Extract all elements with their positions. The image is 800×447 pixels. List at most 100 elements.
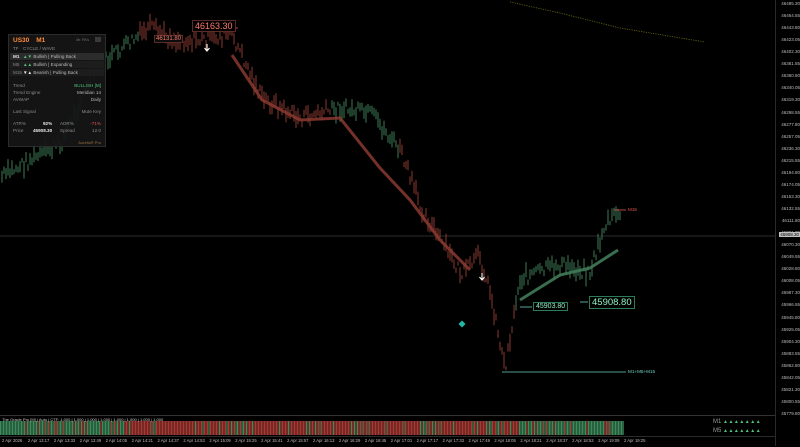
price-axis-label: 46360.80 (781, 73, 800, 79)
price-axis-label: 46340.05 (781, 85, 800, 91)
price-axis-label: 46485.30 (781, 1, 800, 6)
m1-arrows-icon: ▲▼ (23, 54, 33, 59)
price-axis-label: 45821.30 (781, 386, 800, 392)
oscillator-title: The Oracle Pro [M] | Auto | CTF: 1.000 |… (2, 417, 164, 422)
avwap-row: AVWAP Daily (13, 97, 101, 102)
oscillator-bars (0, 421, 624, 435)
trend-row: Trend BULLISH [M] (13, 83, 101, 88)
low-price-label-b: 45908.80 (589, 296, 635, 309)
price-axis-label: 46236.30 (781, 145, 800, 151)
price-axis-label: 46298.55 (781, 109, 800, 115)
time-axis-label: 2 Apr 17:33 (442, 438, 464, 443)
price-axis-label: 45862.80 (781, 362, 800, 368)
price-axis-label: 46215.55 (781, 157, 800, 163)
time-axis-label: 2 Apr 13:49 (79, 438, 102, 443)
price-axis-label: 46049.55 (781, 254, 800, 260)
sub-tf-row-m5: M5 ▲▲▲▲▲▲▲ (713, 428, 762, 434)
price-axis-label: 46132.55 (781, 206, 800, 211)
time-axis-label: 2 Apr 14:21 (131, 438, 153, 443)
m15-level-tag: M15 (628, 207, 637, 212)
m15-arrows-icon: ▼▲ (23, 70, 33, 75)
time-axis-label: 2 Apr 18:37 (546, 438, 568, 443)
price-axis-label: 45883.55 (781, 350, 800, 356)
time-axis-label: 2 Apr 15:57 (287, 438, 309, 443)
signal-row: Last Signal Mute Key (13, 109, 101, 114)
panel-footer: Aurelia® Pro (78, 140, 101, 145)
time-axis-label: 2 Apr 16:13 (313, 438, 335, 443)
price-axis-label: 46194.80 (781, 169, 800, 175)
price-axis-label: 46174.05 (781, 181, 800, 187)
price-axis-label: 45966.55 (781, 302, 800, 308)
col-tf-header: TF (13, 46, 19, 51)
dotted-trend-line (509, 1, 706, 43)
panel-collapse-button[interactable] (95, 37, 101, 42)
price-axis-label: 45842.05 (781, 374, 800, 380)
tf-row-m5: M5 ▲▲ Bullish | Expanding (13, 62, 73, 67)
time-axis-label: 2 Apr 19:25 (624, 438, 646, 443)
price-axis-label: 46423.05 (781, 37, 800, 43)
time-axis-label: 2 Apr 15:09 (209, 438, 231, 443)
price-axis-label: 45925.05 (781, 326, 800, 332)
price-axis-label: 45945.80 (781, 314, 800, 320)
time-axis[interactable]: 2 Apr 2026 2 Apr 13:17 2 Apr 13:33 2 Apr 13… (0, 436, 775, 447)
high-price-label: 46163.30 (192, 20, 236, 32)
time-axis-label: 2 Apr 19:09 (598, 438, 620, 443)
low-price-label-a: 45903.80 (533, 302, 569, 311)
price-axis-label: 46028.80 (781, 266, 800, 272)
time-axis-label: 2 Apr 15:25 (235, 438, 257, 443)
time-axis-label: 2 Apr 2026 (2, 438, 23, 443)
down-arrow-icon (204, 44, 210, 52)
time-axis-label: 2 Apr 13:17 (27, 438, 50, 443)
time-axis-label: 2 Apr 17:01 (390, 438, 413, 443)
time-axis-label: 2 Apr 13:33 (53, 438, 76, 443)
price-axis-label: 45779.80 (781, 411, 800, 416)
time-axis-label: 2 Apr 17:17 (416, 438, 439, 443)
price-axis-label: 46464.55 (781, 13, 800, 19)
time-axis-label: 2 Apr 14:37 (157, 438, 179, 443)
time-axis-label: 2 Apr 16:45 (364, 438, 387, 443)
price-axis-label: 45904.30 (781, 338, 800, 344)
panel-symbol: US30 (13, 37, 30, 44)
m5-strength-icons: ▲▲▲▲▲▲▲ (723, 428, 762, 434)
price-axis-label: 46257.05 (781, 133, 800, 139)
time-axis-label: 2 Apr 17:49 (468, 438, 490, 443)
price-axis-label: 46319.30 (781, 97, 800, 103)
m5-arrows-icon: ▲▲ (23, 62, 33, 67)
diamond-signal-icon (458, 320, 466, 328)
price-axis-label: 46008.05 (781, 278, 800, 284)
high-price-small-label: 46131.80 (154, 35, 184, 43)
tf-row-m1: M1 ▲▼ Bullish | Pulling Back (13, 54, 76, 59)
col-cycle-header: CYCLE / WAVE (23, 46, 56, 51)
price-axis-label: 46443.80 (781, 25, 800, 31)
time-axis-label: 2 Apr 16:29 (338, 438, 361, 443)
price-axis-label: 45987.30 (781, 290, 800, 296)
current-price-marker: 45908.30 (779, 232, 800, 237)
time-axis-label: 2 Apr 18:05 (494, 438, 516, 443)
price-axis-label: 46277.80 (781, 121, 800, 127)
time-axis-label: 2 Apr 15:41 (261, 438, 283, 443)
trend-info-panel[interactable]: US30 M1 Mr. PA's TF CYCLE / WAVE M1 ▲▼ Bu… (8, 34, 106, 147)
engine-row: Trend Engine Meridian 14 (13, 90, 101, 95)
price-axis-label: 46111.80 (781, 218, 800, 224)
time-axis-label: 2 Apr 18:53 (572, 438, 594, 443)
m1-strength-icons: ▲▲▲▲▲▲▲ (723, 419, 762, 425)
sub-tf-row-m1: M1 ▲▲▲▲▲▲▲ (713, 419, 762, 425)
m1m5-level-tag: M1+M5+M15 (628, 369, 656, 374)
trend-line-m15 (230, 54, 472, 272)
price-chart[interactable] (0, 0, 775, 414)
price-axis-label: 46402.30 (781, 49, 800, 55)
price-axis-label: 46381.55 (781, 61, 800, 67)
time-axis-label: 2 Apr 14:05 (105, 438, 128, 443)
panel-header-mini: Mr. PA's (76, 38, 89, 42)
price-axis-label: 46070.30 (781, 242, 800, 248)
tf-row-m15: M15 ▼▲ Bearish | Pulling Back (13, 70, 78, 75)
price-axis-label: 45800.55 (781, 398, 800, 404)
time-axis-label: 2 Apr 14:53 (183, 438, 205, 443)
time-axis-label: 2 Apr 18:21 (520, 438, 542, 443)
atr-row: ATR% 92% ADR% -71% (13, 121, 101, 126)
price-axis-label: 46153.30 (781, 193, 800, 199)
price-row: Price 45908.30 Spread 12.0 (13, 128, 101, 133)
panel-timeframe: M1 (36, 37, 46, 44)
price-axis[interactable]: 46485.30 46464.55 46443.80 46423.05 46402.30… (775, 0, 800, 446)
trend-line-m1 (519, 248, 619, 302)
